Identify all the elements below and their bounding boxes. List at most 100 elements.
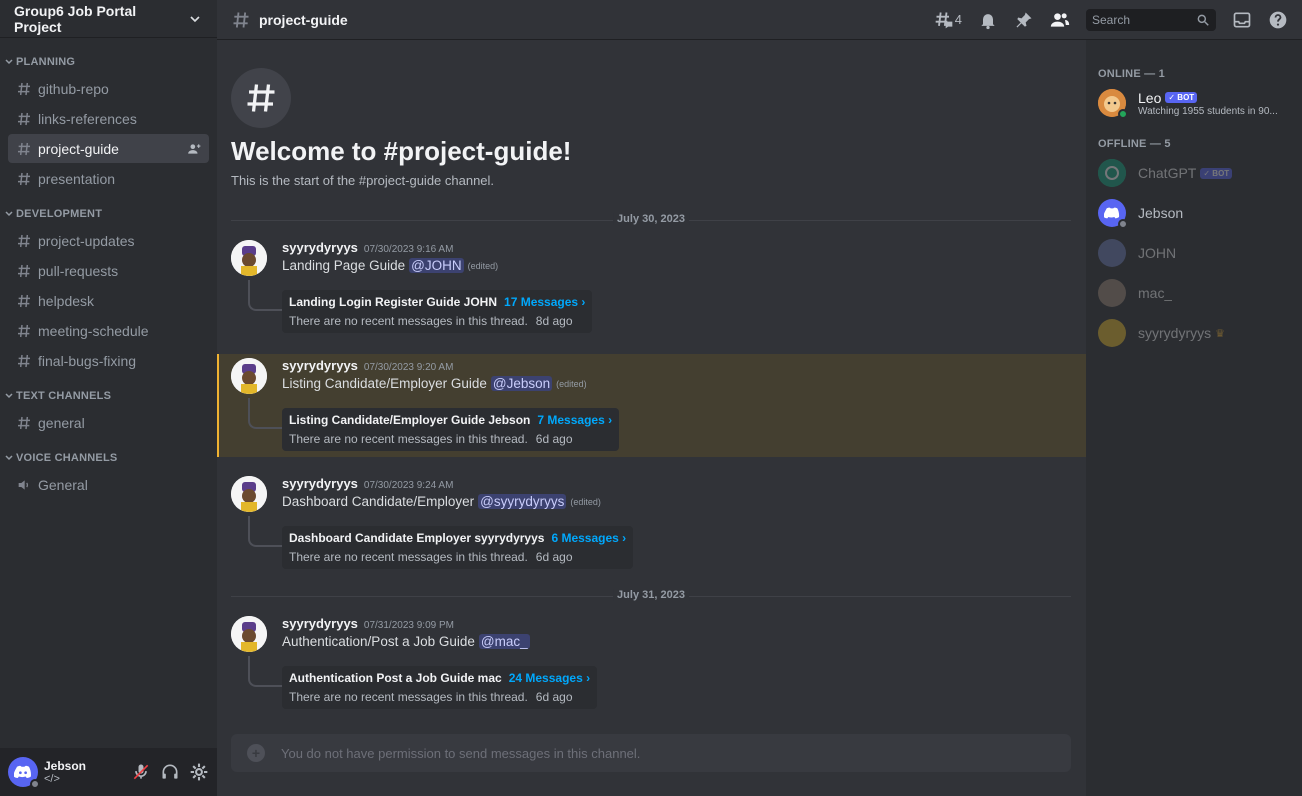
thread-message-count[interactable]: 17 Messages › bbox=[504, 295, 585, 309]
thread-preview[interactable]: Dashboard Candidate Employer syyrydyryys… bbox=[282, 526, 634, 569]
member-john[interactable]: JOHN bbox=[1094, 234, 1294, 272]
thread-preview[interactable]: Listing Candidate/Employer Guide Jebson … bbox=[282, 408, 620, 451]
category-planning[interactable]: PLANNING bbox=[0, 52, 217, 72]
mute-microphone-icon[interactable] bbox=[131, 762, 151, 782]
message[interactable]: syyrydyryys 07/30/2023 9:16 AM Landing P… bbox=[217, 240, 1086, 340]
message[interactable]: syyrydyryys 07/30/2023 9:24 AM Dashboard… bbox=[217, 476, 1086, 576]
create-invite-icon[interactable] bbox=[187, 142, 201, 156]
notification-bell-button[interactable] bbox=[978, 10, 998, 30]
speaker-icon bbox=[18, 479, 29, 490]
message[interactable]: syyrydyryys 07/31/2023 9:09 PM Authentic… bbox=[217, 616, 1086, 716]
message-composer[interactable]: + You do not have permission to send mes… bbox=[231, 734, 1071, 772]
member-name: Jebson bbox=[1138, 205, 1184, 221]
thread-preview[interactable]: Landing Login Register Guide JOHN 17 Mes… bbox=[282, 290, 593, 333]
thread-title: Authentication Post a Job Guide mac bbox=[289, 671, 502, 685]
member-leo[interactable]: Leo ✓ BOT Watching 1955 students in 90... bbox=[1094, 84, 1294, 122]
thread-spine bbox=[248, 656, 282, 687]
user-mention[interactable]: @syyrydyryys bbox=[478, 494, 567, 509]
channel-general[interactable]: general bbox=[8, 408, 209, 437]
avatar bbox=[1098, 159, 1126, 187]
message-author[interactable]: syyrydyryys bbox=[282, 358, 358, 373]
category-voice-channels[interactable]: VOICE CHANNELS bbox=[0, 448, 217, 468]
channel-github-repo[interactable]: github-repo bbox=[8, 74, 209, 103]
member-name: JOHN bbox=[1138, 245, 1177, 261]
channel-final-bugs-fixing[interactable]: final-bugs-fixing bbox=[8, 346, 209, 375]
offline-header: OFFLINE — 5 bbox=[1098, 138, 1171, 150]
content-body: Welcome to #project-guide! This is the s… bbox=[217, 40, 1302, 796]
user-mention[interactable]: @mac_ bbox=[478, 634, 530, 649]
channel-pull-requests[interactable]: pull-requests bbox=[8, 256, 209, 285]
avatar[interactable] bbox=[231, 240, 267, 276]
help-icon bbox=[1269, 11, 1287, 28]
channel-project-guide[interactable]: project-guide bbox=[8, 134, 209, 163]
thread-age: 8d ago bbox=[535, 314, 573, 328]
pinned-messages-button[interactable] bbox=[1014, 10, 1034, 30]
member-jebson[interactable]: Jebson bbox=[1094, 194, 1294, 232]
thread-title: Listing Candidate/Employer Guide Jebson bbox=[289, 413, 531, 427]
settings-gear-icon[interactable] bbox=[189, 762, 209, 782]
thread-age: 6d ago bbox=[535, 432, 573, 446]
member-mac[interactable]: mac_ bbox=[1094, 274, 1294, 312]
thread-spine bbox=[248, 280, 282, 311]
member-name: mac_ bbox=[1138, 285, 1173, 301]
member-list-button[interactable] bbox=[1050, 10, 1070, 30]
category-development[interactable]: DEVELOPMENT bbox=[0, 204, 217, 224]
message-author[interactable]: syyrydyryys bbox=[282, 616, 358, 631]
message-timestamp: 07/30/2023 9:20 AM bbox=[363, 362, 454, 373]
thread-preview[interactable]: Authentication Post a Job Guide mac 24 M… bbox=[282, 666, 598, 709]
message-author[interactable]: syyrydyryys bbox=[282, 240, 358, 255]
search-icon bbox=[1197, 14, 1209, 26]
channel-label: meeting-schedule bbox=[38, 322, 149, 339]
date-divider: July 31, 2023 bbox=[231, 589, 1071, 601]
member-name: syyrydyryys bbox=[1138, 325, 1212, 341]
edited-label: (edited) bbox=[570, 496, 601, 507]
welcome-title: Welcome to #project-guide! bbox=[231, 136, 572, 166]
help-button[interactable] bbox=[1268, 10, 1288, 30]
message-author[interactable]: syyrydyryys bbox=[282, 476, 358, 491]
thread-status: There are no recent messages in this thr… bbox=[289, 432, 528, 446]
thread-spine bbox=[248, 398, 282, 429]
thread-message-count[interactable]: 7 Messages › bbox=[537, 413, 612, 427]
avatar[interactable] bbox=[231, 476, 267, 512]
hash-icon bbox=[18, 294, 30, 307]
channel-meeting-schedule[interactable]: meeting-schedule bbox=[8, 316, 209, 345]
server-header[interactable]: Group6 Job Portal Project bbox=[0, 0, 217, 38]
avatar[interactable] bbox=[8, 757, 40, 789]
thread-status: There are no recent messages in this thr… bbox=[289, 314, 528, 328]
welcome-subtitle: This is the start of the #project-guide … bbox=[231, 173, 495, 188]
channel-project-updates[interactable]: project-updates bbox=[8, 226, 209, 255]
user-mention[interactable]: @JOHN bbox=[409, 258, 464, 273]
inbox-button[interactable] bbox=[1232, 10, 1252, 30]
avatar[interactable] bbox=[231, 616, 267, 652]
category-label: DEVELOPMENT bbox=[16, 208, 103, 220]
hash-icon bbox=[18, 172, 30, 185]
status-offline-dot bbox=[1118, 219, 1128, 229]
voice-channel-general[interactable]: General bbox=[8, 470, 209, 499]
add-attachment-icon: + bbox=[247, 744, 265, 762]
thread-age: 6d ago bbox=[535, 690, 573, 704]
hash-icon bbox=[18, 416, 30, 429]
threads-button[interactable]: 4 bbox=[933, 10, 962, 30]
channel-helpdesk[interactable]: helpdesk bbox=[8, 286, 209, 315]
message-highlighted[interactable]: syyrydyryys 07/30/2023 9:20 AM Listing C… bbox=[217, 354, 1086, 457]
channel-presentation[interactable]: presentation bbox=[8, 164, 209, 193]
hash-icon bbox=[18, 234, 30, 247]
hash-icon bbox=[231, 68, 291, 128]
search-input[interactable]: Search bbox=[1086, 8, 1216, 31]
category-text-channels[interactable]: TEXT CHANNELS bbox=[0, 386, 217, 406]
user-mention[interactable]: @Jebson bbox=[490, 376, 553, 391]
bell-icon bbox=[981, 13, 995, 29]
inbox-icon bbox=[1233, 12, 1251, 27]
thread-message-count[interactable]: 24 Messages › bbox=[509, 671, 590, 685]
user-info[interactable]: Jebson </> bbox=[44, 759, 122, 785]
avatar[interactable] bbox=[231, 358, 267, 394]
channel-links-references[interactable]: links-references bbox=[8, 104, 209, 133]
member-chatgpt[interactable]: ChatGPT ✓ BOT bbox=[1094, 154, 1294, 192]
thread-message-count[interactable]: 6 Messages › bbox=[551, 531, 626, 545]
discord-logo-icon bbox=[14, 765, 31, 778]
channel-sidebar: Group6 Job Portal Project PLANNING githu… bbox=[0, 0, 217, 796]
member-syyrydyryys[interactable]: syyrydyryys ♛ bbox=[1094, 314, 1294, 352]
date-divider: July 30, 2023 bbox=[231, 213, 1071, 225]
channel-label: pull-requests bbox=[38, 262, 119, 279]
headphones-icon[interactable] bbox=[160, 762, 180, 782]
